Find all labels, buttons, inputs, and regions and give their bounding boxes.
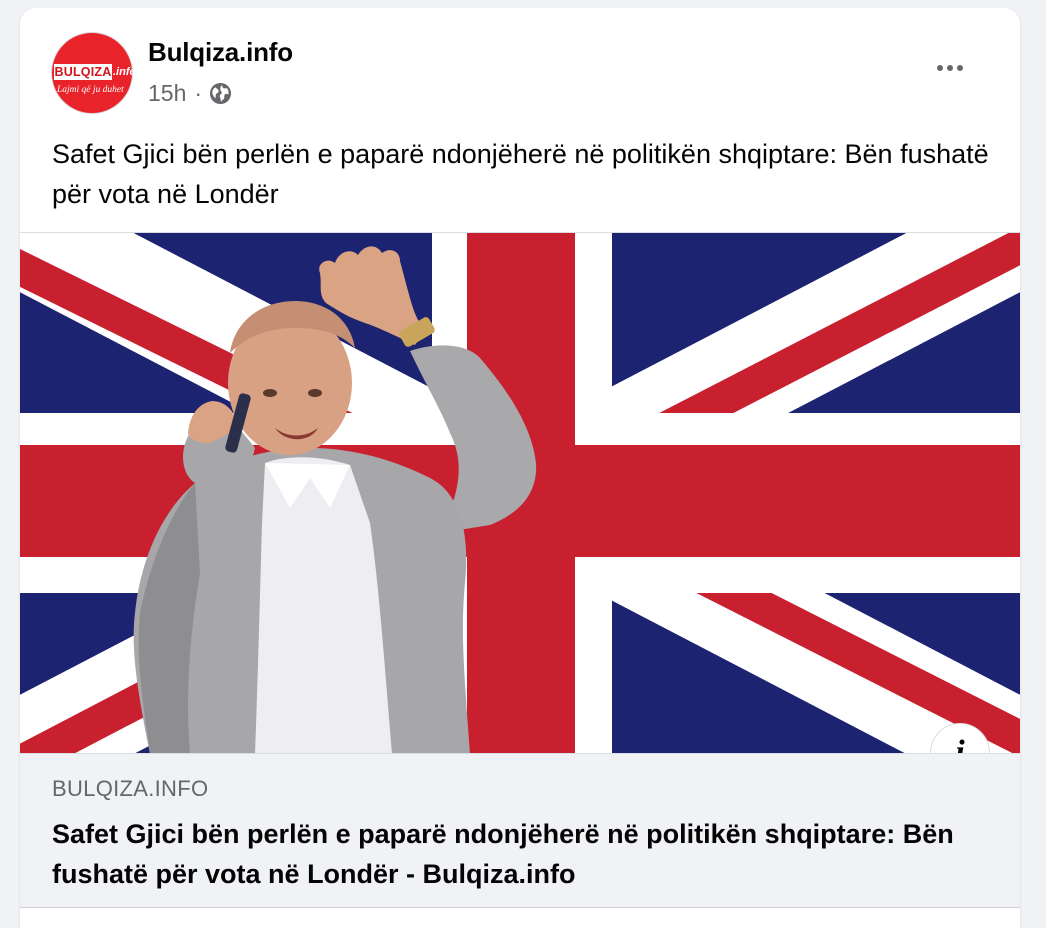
post-meta: 15h · <box>148 78 232 108</box>
page-name-link[interactable]: Bulqiza.info <box>148 37 293 68</box>
avatar-logo-text: BULQIZA <box>54 64 112 80</box>
link-title[interactable]: Safet Gjici bën perlën e paparë ndonjëhe… <box>52 814 972 894</box>
avatar-logo-ext: .info <box>113 66 132 78</box>
more-horizontal-icon <box>937 65 943 71</box>
link-domain: BULQIZA.INFO <box>52 776 209 801</box>
post-card: BULQIZA .info Lajmi që ju duhet Bulqiza.… <box>20 8 1020 928</box>
preview-image[interactable]: i <box>20 232 1020 753</box>
post-header: BULQIZA .info Lajmi që ju duhet Bulqiza.… <box>20 8 1020 118</box>
union-jack-photo <box>20 233 1020 753</box>
more-options-button[interactable] <box>922 52 978 84</box>
globe-icon <box>209 82 232 105</box>
divider <box>20 907 1020 908</box>
meta-separator: · <box>194 79 203 106</box>
page-avatar[interactable]: BULQIZA .info Lajmi që ju duhet <box>51 32 133 114</box>
preview-footer: BULQIZA.INFO Safet Gjici bën perlën e pa… <box>20 753 1020 907</box>
avatar-logo-tagline: Lajmi që ju duhet <box>57 85 124 95</box>
post-text: Safet Gjici bën perlën e paparë ndonjëhe… <box>52 139 989 209</box>
post-timestamp[interactable]: 15h <box>148 80 186 107</box>
link-preview[interactable]: i BULQIZA.INFO Safet Gjici bën perlën e … <box>20 232 1020 907</box>
